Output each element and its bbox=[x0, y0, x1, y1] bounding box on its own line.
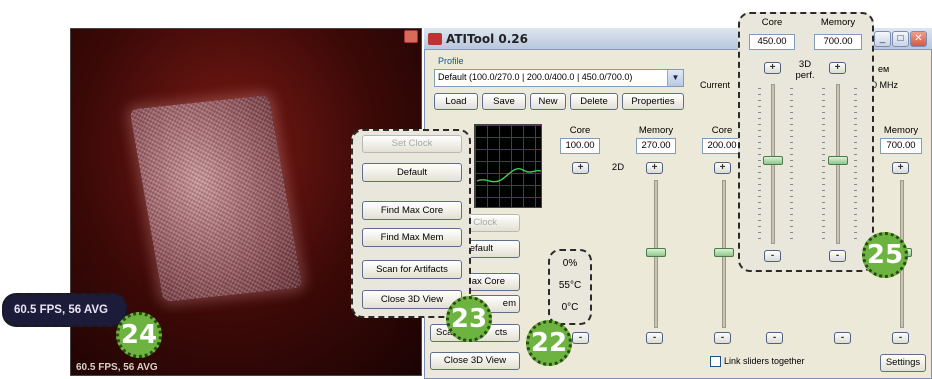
current-mhz-value: 0 MHz bbox=[872, 80, 899, 90]
callout-number-23: 23 bbox=[446, 296, 492, 342]
memory-right-minus-button[interactable]: - bbox=[892, 332, 909, 344]
close-3d-view-button-callout[interactable]: Close 3D View bbox=[362, 290, 462, 309]
default-button[interactable]: Default bbox=[362, 163, 462, 182]
close-button[interactable]: ✕ bbox=[910, 31, 927, 47]
core-3d-minus-button[interactable]: - bbox=[764, 250, 781, 262]
core-3d-ticks bbox=[758, 88, 761, 240]
memory-2d-field[interactable]: 270.00 bbox=[636, 138, 676, 154]
memory-2d-plus-button[interactable]: + bbox=[646, 162, 663, 174]
memory-3d-label: Memory bbox=[820, 17, 856, 28]
link-sliders-checkbox[interactable] bbox=[710, 356, 721, 367]
app-icon bbox=[428, 33, 442, 45]
core-2d-field[interactable]: 100.00 bbox=[560, 138, 600, 154]
window-title: ATITool 0.26 bbox=[446, 32, 528, 46]
scan-for-artifacts-button[interactable]: Scan for Artifacts bbox=[362, 260, 462, 279]
save-button[interactable]: Save bbox=[482, 93, 526, 110]
core-2d-minus-button[interactable]: - bbox=[572, 332, 589, 344]
memory-2d-slider-thumb[interactable] bbox=[646, 248, 666, 257]
memory-2d-minus-button[interactable]: - bbox=[646, 332, 663, 344]
profile-select[interactable]: Default (100.0/270.0 | 200.0/400.0 | 450… bbox=[434, 69, 684, 87]
ambient-temp-value: 0°C bbox=[561, 302, 579, 313]
current-label: Current bbox=[700, 80, 731, 90]
callout-number-25: 25 bbox=[862, 232, 908, 278]
memory-3d-slider-thumb[interactable] bbox=[828, 156, 848, 165]
memory-3d-field[interactable]: 700.00 bbox=[814, 34, 862, 50]
clock-graph bbox=[474, 124, 542, 208]
current-memory-label: ем bbox=[878, 64, 890, 74]
core-3d-ticks-right bbox=[790, 88, 793, 240]
mode-2d-label: 2D bbox=[611, 162, 625, 173]
memory-3d-minus-button[interactable]: - bbox=[829, 250, 846, 262]
find-max-core-button[interactable]: Find Max Core bbox=[362, 201, 462, 220]
settings-button[interactable]: Settings bbox=[880, 354, 926, 372]
3d-perf-label: 3D perf. bbox=[795, 59, 815, 81]
chevron-down-icon[interactable]: ▼ bbox=[667, 70, 683, 86]
core-3d-slider-thumb[interactable] bbox=[763, 156, 783, 165]
memory-3d-lower-minus-button[interactable]: - bbox=[834, 332, 851, 344]
find-max-mem-button[interactable]: Find Max Mem bbox=[362, 228, 462, 247]
core-3d-lower-minus-button[interactable]: - bbox=[766, 332, 783, 344]
delete-button[interactable]: Delete bbox=[570, 93, 618, 110]
core-mid-slider-thumb[interactable] bbox=[714, 248, 734, 257]
core-2d-label: Core bbox=[569, 125, 591, 136]
memory-3d-plus-button[interactable]: + bbox=[829, 62, 846, 74]
memory-3d-ticks-right bbox=[854, 88, 857, 240]
properties-button[interactable]: Properties bbox=[622, 93, 684, 110]
maximize-button[interactable]: □ bbox=[892, 31, 909, 47]
callout-number-22: 22 bbox=[526, 320, 572, 366]
core-3d-plus-button[interactable]: + bbox=[764, 62, 781, 74]
core-mid-plus-button[interactable]: + bbox=[714, 162, 731, 174]
load-button[interactable]: Load bbox=[434, 93, 478, 110]
gpu-temp-value: 55°C bbox=[558, 280, 582, 291]
memory-2d-label: Memory bbox=[638, 125, 674, 136]
core-3d-label: Core bbox=[761, 17, 783, 28]
core-3d-field[interactable]: 450.00 bbox=[749, 34, 795, 50]
core-mid-label: Core bbox=[711, 125, 733, 136]
minimize-button[interactable]: _ bbox=[874, 31, 891, 47]
core-mid-minus-button[interactable]: - bbox=[714, 332, 731, 344]
core-mid-field[interactable]: 200.00 bbox=[702, 138, 742, 154]
link-sliders-label: Link sliders together bbox=[724, 356, 805, 366]
set-clock-button: Set Clock bbox=[362, 135, 462, 153]
fps-callout: 60.5 FPS, 56 AVG bbox=[2, 293, 127, 327]
fur-cube-render bbox=[129, 94, 303, 303]
core-2d-plus-button[interactable]: + bbox=[572, 162, 589, 174]
memory-right-plus-button[interactable]: + bbox=[892, 162, 909, 174]
new-button[interactable]: New bbox=[530, 93, 566, 110]
scan-button-end: cts bbox=[495, 327, 508, 338]
profile-label: Profile bbox=[438, 56, 464, 66]
callout-number-24: 24 bbox=[116, 312, 162, 358]
fan-speed-value: 0% bbox=[562, 258, 578, 269]
fps-readout: 60.5 FPS, 56 AVG bbox=[76, 362, 158, 373]
memory-right-label: Memory bbox=[883, 125, 919, 136]
memory-right-field[interactable]: 700.00 bbox=[880, 138, 922, 154]
view-close-icon[interactable] bbox=[404, 30, 418, 43]
close-3d-view-button[interactable]: Close 3D View bbox=[430, 352, 520, 370]
memory-3d-ticks bbox=[822, 88, 825, 240]
